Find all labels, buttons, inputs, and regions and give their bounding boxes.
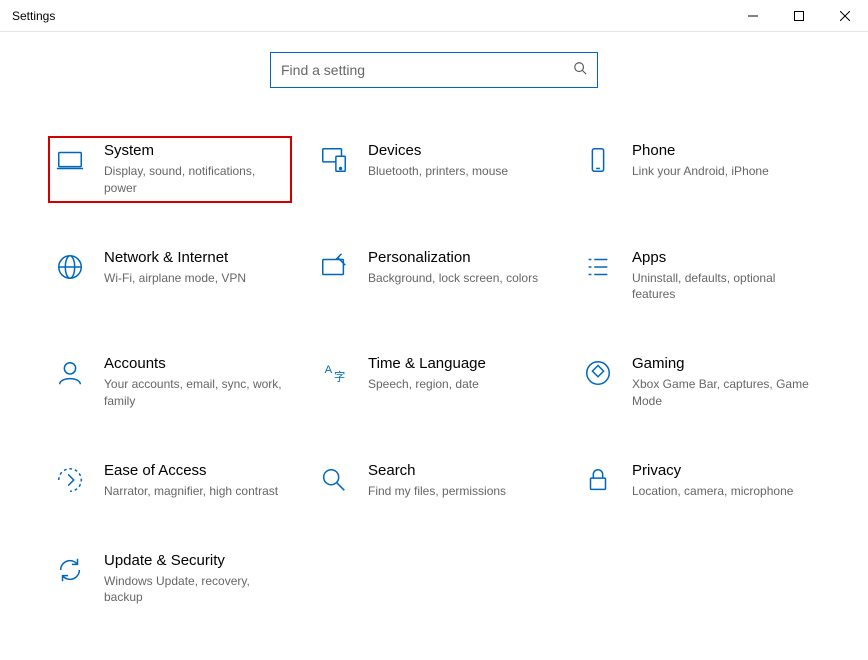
search-box[interactable]: [270, 52, 598, 88]
tile-subtitle: Xbox Game Bar, captures, Game Mode: [632, 376, 814, 410]
search-container: [0, 32, 868, 106]
tile-title: Network & Internet: [104, 249, 286, 266]
privacy-icon: [582, 464, 614, 496]
search-input[interactable]: [281, 62, 573, 78]
minimize-icon: [748, 11, 758, 21]
tile-network[interactable]: Network & Internet Wi-Fi, airplane mode,…: [48, 243, 292, 310]
personalization-icon: [318, 251, 350, 283]
tile-phone[interactable]: Phone Link your Android, iPhone: [576, 136, 820, 203]
phone-icon: [582, 144, 614, 176]
tile-privacy[interactable]: Privacy Location, camera, microphone: [576, 456, 820, 506]
tile-title: Gaming: [632, 355, 814, 372]
tile-system[interactable]: System Display, sound, notifications, po…: [48, 136, 292, 203]
tile-title: Accounts: [104, 355, 286, 372]
tile-update-security[interactable]: Update & Security Windows Update, recove…: [48, 546, 292, 613]
tile-devices[interactable]: Devices Bluetooth, printers, mouse: [312, 136, 556, 203]
search-icon: [573, 61, 587, 80]
titlebar: Settings: [0, 0, 868, 32]
tile-subtitle: Location, camera, microphone: [632, 483, 814, 500]
tile-subtitle: Speech, region, date: [368, 376, 550, 393]
tile-subtitle: Wi-Fi, airplane mode, VPN: [104, 270, 286, 287]
gaming-icon: [582, 357, 614, 389]
ease-of-access-icon: [54, 464, 86, 496]
devices-icon: [318, 144, 350, 176]
tile-subtitle: Find my files, permissions: [368, 483, 550, 500]
tile-subtitle: Narrator, magnifier, high contrast: [104, 483, 286, 500]
tile-subtitle: Display, sound, notifications, power: [104, 163, 286, 197]
tile-title: Privacy: [632, 462, 814, 479]
tile-title: Devices: [368, 142, 550, 159]
system-icon: [54, 144, 86, 176]
tile-title: Time & Language: [368, 355, 550, 372]
maximize-icon: [794, 11, 804, 21]
tile-title: Apps: [632, 249, 814, 266]
tile-time-language[interactable]: A字 Time & Language Speech, region, date: [312, 349, 556, 416]
window-controls: [730, 0, 868, 32]
tile-ease-of-access[interactable]: Ease of Access Narrator, magnifier, high…: [48, 456, 292, 506]
network-icon: [54, 251, 86, 283]
tile-search[interactable]: Search Find my files, permissions: [312, 456, 556, 506]
close-button[interactable]: [822, 0, 868, 32]
tile-gaming[interactable]: Gaming Xbox Game Bar, captures, Game Mod…: [576, 349, 820, 416]
tile-subtitle: Uninstall, defaults, optional features: [632, 270, 814, 304]
tile-accounts[interactable]: Accounts Your accounts, email, sync, wor…: [48, 349, 292, 416]
svg-text:字: 字: [334, 370, 345, 384]
tile-title: Update & Security: [104, 552, 286, 569]
tile-personalization[interactable]: Personalization Background, lock screen,…: [312, 243, 556, 310]
tile-title: System: [104, 142, 286, 159]
tile-title: Ease of Access: [104, 462, 286, 479]
window-title: Settings: [12, 9, 55, 23]
minimize-button[interactable]: [730, 0, 776, 32]
apps-icon: [582, 251, 614, 283]
tile-title: Personalization: [368, 249, 550, 266]
time-language-icon: A字: [318, 357, 350, 389]
tile-subtitle: Your accounts, email, sync, work, family: [104, 376, 286, 410]
close-icon: [840, 11, 850, 21]
tile-subtitle: Background, lock screen, colors: [368, 270, 550, 287]
update-security-icon: [54, 554, 86, 586]
accounts-icon: [54, 357, 86, 389]
settings-grid: System Display, sound, notifications, po…: [0, 106, 868, 612]
svg-text:A: A: [325, 364, 333, 376]
tile-subtitle: Link your Android, iPhone: [632, 163, 814, 180]
search-large-icon: [318, 464, 350, 496]
tile-apps[interactable]: Apps Uninstall, defaults, optional featu…: [576, 243, 820, 310]
tile-subtitle: Windows Update, recovery, backup: [104, 573, 286, 607]
maximize-button[interactable]: [776, 0, 822, 32]
tile-title: Phone: [632, 142, 814, 159]
tile-title: Search: [368, 462, 550, 479]
tile-subtitle: Bluetooth, printers, mouse: [368, 163, 550, 180]
